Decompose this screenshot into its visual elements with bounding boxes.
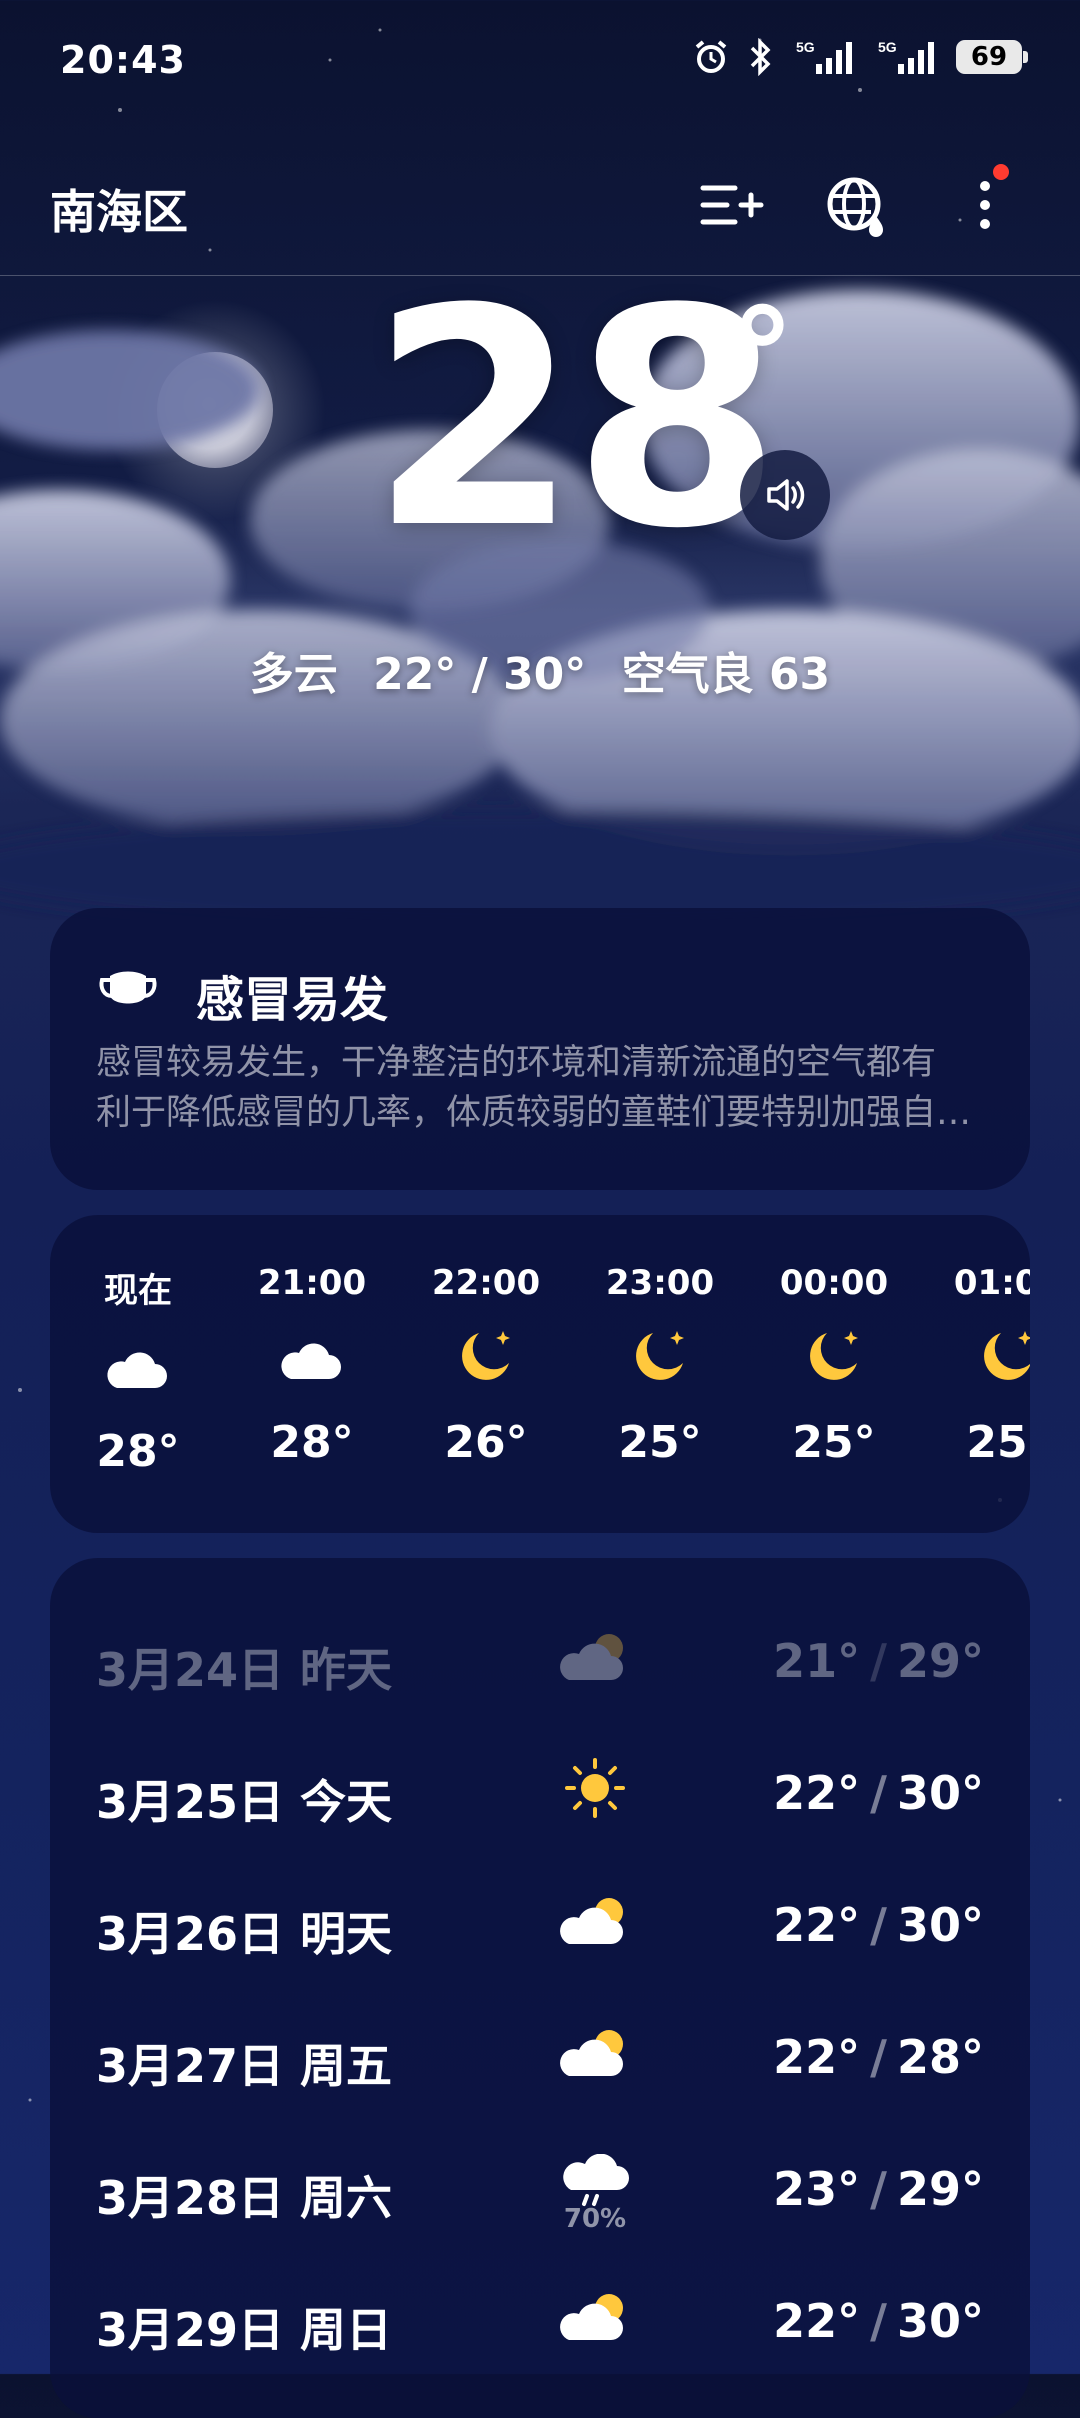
partly-cloudy-icon [560,2294,623,2340]
svg-text:5G: 5G [878,39,897,55]
partly-cloudy-icon [560,2030,623,2076]
day-temps: 22°/30° [773,2294,984,2348]
precipitation-probability: 70% [563,2204,627,2234]
voice-broadcast-button[interactable] [740,450,830,540]
hour-time: 现在 [104,1271,172,1311]
hour-item[interactable]: 现在 28° [78,1263,198,1477]
tip-description: 感冒较易发生，干净整洁的环境和清新流通的空气都有 利于降低感冒的几率，体质较弱的… [96,1038,996,1138]
day-row[interactable]: 3月26日 明天 22°/30° [50,1862,1030,1994]
hour-item[interactable]: 21:00 28° [252,1263,372,1468]
5g-signal-icon: 5G [796,39,852,74]
air-quality[interactable]: 空气良 63 [622,649,831,700]
hour-temp: 28° [270,1417,354,1468]
tip-line: 感冒较易发生，干净整洁的环境和清新流通的空气都有 [96,1043,937,1083]
status-icons: 5G 5G 69 [692,38,1028,76]
day-high: 30° [896,2294,984,2348]
hour-item[interactable]: 23:00 25° [600,1263,720,1468]
status-time: 20:43 [60,38,186,82]
hour-temp: 25° [618,1417,702,1468]
day-high: 30° [896,1766,984,1820]
day-date: 3月28日 周六 [96,2171,393,2225]
tip-title: 感冒易发 [196,972,389,1028]
condition-text: 多云 [249,649,338,700]
day-high: 29° [896,2162,984,2216]
hour-item[interactable]: 01:00 25° [948,1263,1030,1468]
hour-temp: 26° [444,1417,528,1468]
day-temps: 22°/28° [773,2030,984,2084]
moon-icon [636,1331,684,1380]
current-temperature: 28 [370,245,781,594]
mask-icon [99,971,157,1004]
hour-time: 23:00 [605,1263,715,1303]
svg-text:5G: 5G [796,39,815,55]
day-row[interactable]: 3月27日 周五 22°/28° [50,1994,1030,2126]
tip-line: 利于降低感冒的几率，体质较弱的童鞋们要特别加强自… [96,1093,972,1133]
temp-range: 22° / 30° [373,649,587,700]
add-city-icon[interactable] [695,170,765,240]
sun-icon [565,1758,625,1818]
alarm-icon [695,40,727,73]
day-high: 28° [896,2030,984,2084]
hour-temp: 25° [966,1417,1030,1468]
battery-indicator: 69 [956,40,1028,74]
cloud-moon-icon [107,1340,167,1388]
hourly-forecast[interactable]: 现在 28° 21:00 28° 22:00 26° 23:00 25° 00:… [50,1215,1030,1533]
day-row[interactable]: 3月25日 今天 22°/30° [50,1730,1030,1862]
degree-symbol: ° [730,280,795,432]
5g-signal-icon: 5G [878,39,934,74]
status-bar: 20:43 5G 5G 69 [0,0,1080,120]
day-high: 30° [896,1898,984,1952]
globe-icon[interactable] [822,170,892,240]
rain-icon [563,2154,629,2206]
daily-forecast: 3月24日 昨天 21°/29° 3月25日 今天 22°/30° 3月26日 … [50,1558,1030,2418]
more-icon [980,181,990,229]
hour-item[interactable]: 22:00 26° [426,1263,546,1468]
more-menu-button[interactable] [965,164,1009,240]
day-low: 22° [773,2294,861,2348]
day-low: 22° [773,1898,861,1952]
day-temps: 22°/30° [773,1766,984,1820]
day-date: 3月24日 昨天 [96,1643,393,1697]
hour-temp: 28° [96,1426,180,1477]
moon-icon [462,1331,510,1380]
weather-summary: 多云 22° / 30° 空气良 63 [0,638,1080,702]
day-temps: 21°/29° [773,1634,984,1688]
hour-time: 00:00 [779,1263,889,1303]
hour-temp: 25° [792,1417,876,1468]
day-row[interactable]: 3月24日 昨天 21°/29° [50,1598,1030,1730]
day-row[interactable]: 3月28日 周六 70% 23°/29° [50,2126,1030,2258]
hour-time: 22:00 [431,1263,541,1303]
day-high: 29° [896,1634,984,1688]
speaker-icon [767,479,805,511]
moon-icon [984,1331,1030,1380]
day-low: 22° [773,1766,861,1820]
day-low: 23° [773,2162,861,2216]
day-temps: 23°/29° [773,2162,984,2216]
hour-time: 01:00 [953,1263,1030,1303]
day-date: 3月26日 明天 [96,1907,393,1961]
hour-time: 21:00 [257,1263,367,1303]
hour-item[interactable]: 00:00 25° [774,1263,894,1468]
day-temps: 22°/30° [773,1898,984,1952]
day-row[interactable]: 3月29日 周日 22°/30° [50,2258,1030,2390]
day-date: 3月27日 周五 [96,2039,393,2093]
moon-icon [810,1331,858,1380]
notification-badge [993,164,1009,180]
health-tip-card[interactable]: 感冒易发 感冒较易发生，干净整洁的环境和清新流通的空气都有 利于降低感冒的几率，… [50,908,1030,1190]
cloud-moon-icon [281,1331,341,1379]
city-name[interactable]: 南海区 [50,176,188,242]
day-date: 3月29日 周日 [96,2303,393,2357]
partly-cloudy-icon [560,1898,623,1944]
bluetooth-icon [750,38,771,76]
day-date: 3月25日 今天 [96,1775,393,1829]
day-low: 21° [773,1634,861,1688]
day-low: 22° [773,2030,861,2084]
partly-cloudy-icon [560,1634,623,1680]
